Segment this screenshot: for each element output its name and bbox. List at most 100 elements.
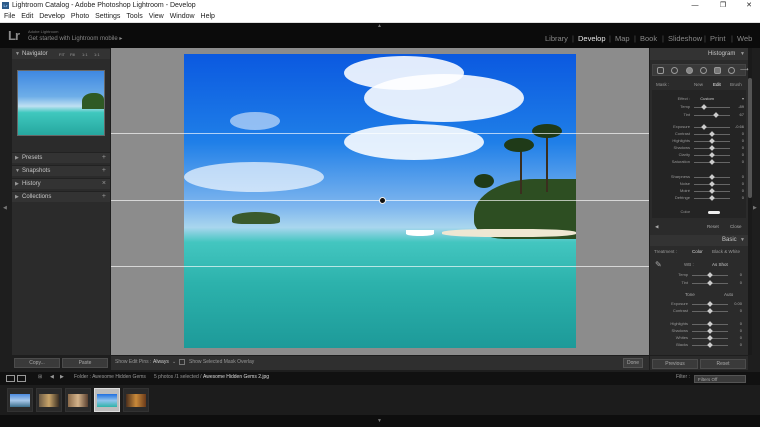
slider-knob[interactable] [709,195,715,201]
close-icon[interactable]: ✕ [740,0,758,11]
menu-settings[interactable]: Settings [95,11,120,23]
mobile-link[interactable]: Get started with Lightroom mobile ▸ [28,35,122,42]
slider-knob[interactable] [709,131,715,137]
crop-icon[interactable] [671,67,678,74]
module-print[interactable]: Print [710,34,725,43]
slider-value[interactable]: 0 [742,138,744,143]
basic-slider-shadows[interactable]: Shadows 0 [650,328,744,335]
slider-knob[interactable] [709,188,715,194]
history-header[interactable]: ▶ History × [12,178,110,189]
add-snapshot-icon[interactable]: + [102,167,106,174]
slider-value[interactable]: 0 [742,145,744,150]
slider-value[interactable]: 0 [740,335,742,340]
scrollbar-thumb[interactable] [748,78,752,198]
slider-track[interactable] [694,115,730,116]
slider-value[interactable]: 0 [742,188,744,193]
navigator-header[interactable]: ▼ Navigator FIT Fill 1:1 1:1 [12,48,110,59]
mask-overlay-checkbox[interactable] [179,359,185,365]
filter-select[interactable]: Filters Off [694,375,746,383]
basic-header[interactable]: Basic ▼ [650,235,748,246]
slider-knob[interactable] [707,280,713,286]
slider-defringe[interactable]: Defringe 0 [652,195,746,202]
slider-value[interactable]: -0.66 [735,124,744,129]
menu-tools[interactable]: Tools [126,11,142,23]
eyedropper-icon[interactable]: ✎ [655,260,662,269]
slider-knob[interactable] [707,335,713,341]
color-row[interactable]: Color [652,209,746,216]
menu-photo[interactable]: Photo [71,11,89,23]
film-thumb-selected[interactable] [94,388,120,412]
paste-button[interactable]: Paste [62,358,108,368]
film-thumb[interactable] [65,388,91,412]
collections-header[interactable]: ▶ Collections + [12,191,110,202]
radial-filter-icon[interactable] [728,67,735,74]
zoom-fill[interactable]: Fill [70,52,75,57]
mask-brush-tab[interactable]: Brush [730,82,742,87]
edit-pin[interactable] [379,197,386,204]
brush-icon[interactable]: ⟶ [740,66,749,73]
module-library[interactable]: Library [545,34,568,43]
forward-arrow-icon[interactable]: ▶ [60,374,64,380]
slider-value[interactable]: 0 [740,342,742,347]
menu-file[interactable]: File [4,11,15,23]
slider-knob[interactable] [713,112,719,118]
basic-slider-highlights[interactable]: Highlights 0 [650,321,744,328]
slider-value[interactable]: 0 [740,308,742,313]
red-eye-icon[interactable] [700,67,707,74]
slider-track[interactable] [694,107,730,108]
film-thumb[interactable] [123,388,149,412]
slider-knob[interactable] [709,174,715,180]
dropdown-arrow-icon[interactable]: ⌄ [172,359,176,365]
treatment-color[interactable]: Color [692,249,703,254]
menu-develop[interactable]: Develop [39,11,65,23]
basic-slider-whites[interactable]: Whites 0 [650,335,744,342]
module-develop[interactable]: Develop [578,34,606,43]
treatment-bw[interactable]: Black & White [712,249,740,254]
histogram-header[interactable]: Histogram ▼ [650,48,748,60]
presets-header[interactable]: ▶ Presets + [12,152,110,163]
slider-value[interactable]: 0 [742,174,744,179]
zoom-custom[interactable]: 1:1 [94,52,100,57]
slider-value[interactable]: 0 [742,131,744,136]
film-thumb[interactable] [36,388,62,412]
slider-clarity[interactable]: Clarity 0 [652,152,746,159]
add-collection-icon[interactable]: + [102,193,106,200]
basic-slider-contrast[interactable]: Contrast 0 [650,308,744,315]
mask-new-tab[interactable]: New [694,82,703,87]
basic-slider-temp[interactable]: Temp 0 [650,272,744,279]
slider-knob[interactable] [707,328,713,334]
mask-edit-tab[interactable]: Edit [713,82,721,87]
slider-knob[interactable] [709,181,715,187]
slider-value[interactable]: 0 [740,321,742,326]
slider-value[interactable]: 0 [742,159,744,164]
reset-all-button[interactable]: Reset [700,359,746,369]
slider-contrast[interactable]: Contrast 0 [652,131,746,138]
slider-temp[interactable]: Temp -89 [652,104,746,111]
slider-knob[interactable] [707,301,713,307]
slider-knob[interactable] [709,138,715,144]
color-swatch[interactable] [708,211,720,214]
triangle-icon[interactable]: ▾ [742,96,744,101]
snapshots-header[interactable]: ▼ Snapshots + [12,165,110,176]
minimize-icon[interactable]: — [686,0,704,11]
module-map[interactable]: Map [615,34,630,43]
previous-button[interactable]: Previous [652,359,698,369]
module-web[interactable]: Web [737,34,752,43]
effect-row[interactable]: Effect : Custom ▾ [652,96,746,103]
slider-knob[interactable] [701,124,707,130]
filmstrip-source[interactable]: Folder : Awesome Hidden Gems [74,374,146,380]
menu-view[interactable]: View [149,11,164,23]
slider-knob[interactable] [707,342,713,348]
collapse-left-icon[interactable]: ◀ [3,205,7,211]
slider-value[interactable]: 0 [740,280,742,285]
graduated-filter-icon[interactable] [714,67,721,74]
wb-select[interactable]: As Shot [712,262,728,267]
slider-knob[interactable] [709,159,715,165]
reset-button[interactable]: Reset [707,224,719,229]
slider-saturation[interactable]: Saturation 0 [652,159,746,166]
close-button[interactable]: Close [730,224,742,229]
back-arrow-icon[interactable]: ◀ [50,374,54,380]
slider-knob[interactable] [707,321,713,327]
zoom-1to1[interactable]: 1:1 [82,52,88,57]
slider-tint[interactable]: Tint 67 [652,112,746,119]
